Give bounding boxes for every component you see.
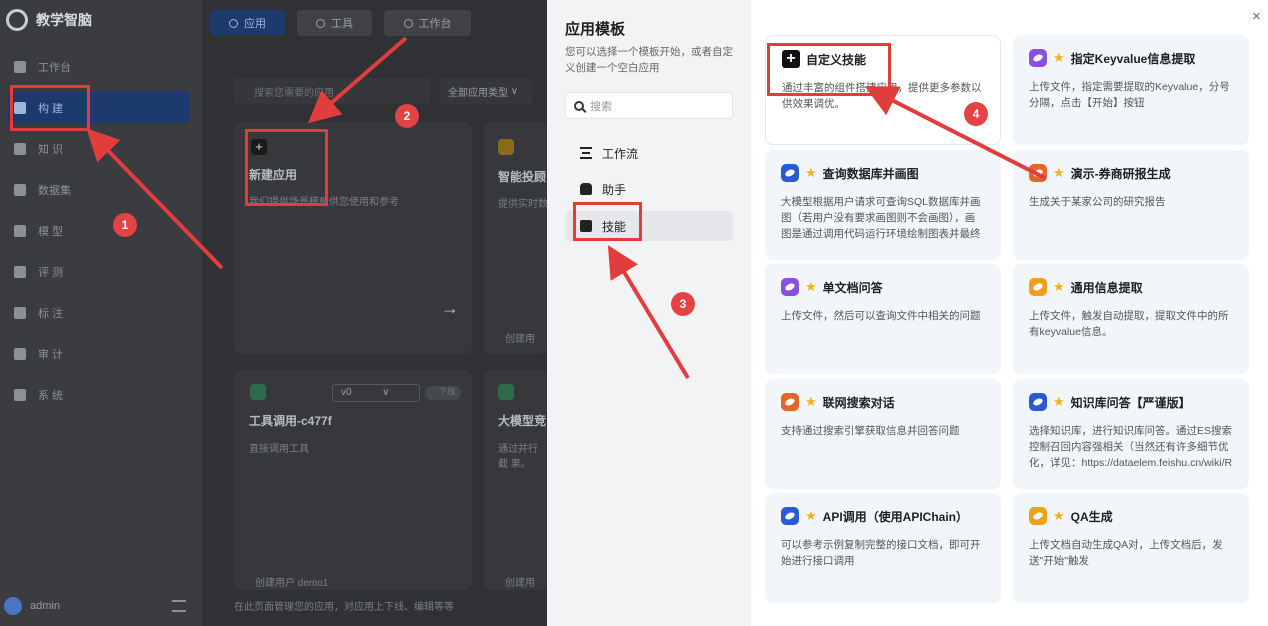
arrow-to-skill xyxy=(607,245,690,380)
arrow-to-build xyxy=(86,128,224,270)
arrow-to-custom-skill xyxy=(864,86,1046,180)
arrow-to-new-app xyxy=(307,36,408,124)
step-badge-2: 2 xyxy=(395,104,419,128)
step-badge-4: 4 xyxy=(964,102,988,126)
step-badge-3: 3 xyxy=(671,292,695,316)
annotation-arrows xyxy=(86,36,1046,380)
step-badge-1: 1 xyxy=(113,213,137,237)
